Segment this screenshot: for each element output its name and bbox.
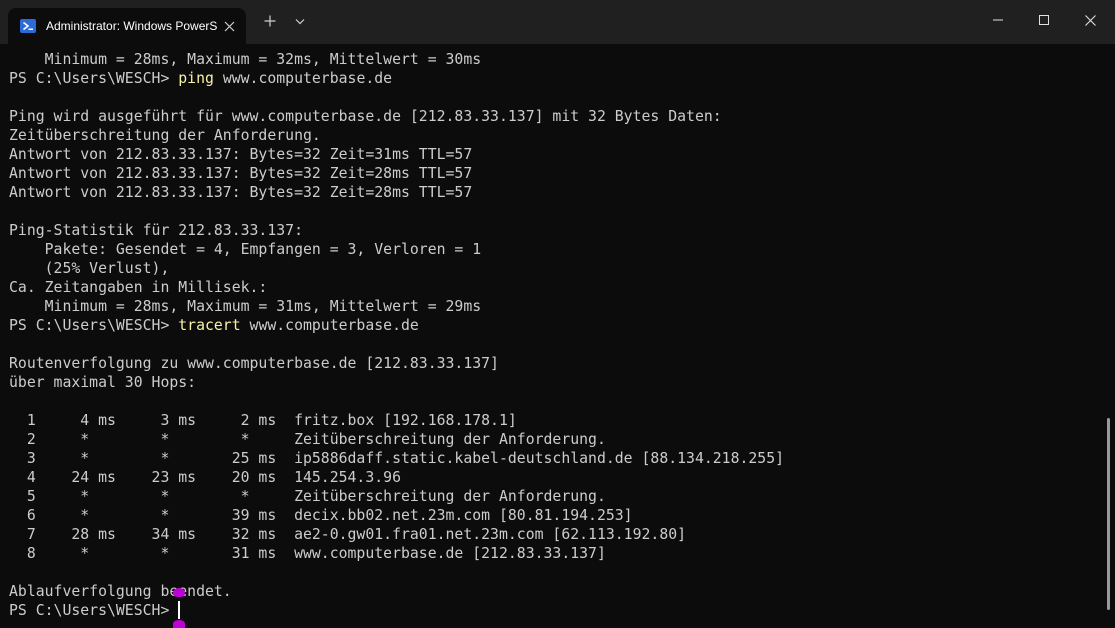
- prompt: PS C:\Users\WESCH>: [9, 602, 179, 619]
- output-line: 5 * * * Zeitüberschreitung der Anforderu…: [9, 488, 606, 505]
- output-line: Pakete: Gesendet = 4, Empfangen = 3, Ver…: [9, 241, 482, 258]
- output-line: 7 28 ms 34 ms 32 ms ae2-0.gw01.fra01.net…: [9, 526, 687, 543]
- command-args: www.computerbase.de: [213, 70, 393, 87]
- new-tab-button[interactable]: [255, 4, 285, 38]
- command-args: www.computerbase.de: [240, 317, 419, 334]
- output-line: Antwort von 212.83.33.137: Bytes=32 Zeit…: [9, 165, 473, 182]
- command-name: tracert: [178, 317, 241, 334]
- output-line: 1 4 ms 3 ms 2 ms fritz.box [192.168.178.…: [9, 412, 517, 429]
- prompt: PS C:\Users\WESCH>: [9, 70, 179, 87]
- powershell-icon: [20, 18, 36, 34]
- tab-title: Administrator: Windows PowerShell: [46, 19, 218, 33]
- output-line: über maximal 30 Hops:: [9, 374, 197, 391]
- selection-marker-bottom[interactable]: [173, 620, 185, 628]
- output-line: Ping wird ausgeführt für www.computerbas…: [9, 108, 722, 125]
- prompt-line: PS C:\Users\WESCH> ping www.computerbase…: [9, 69, 392, 88]
- prompt-line: PS C:\Users\WESCH>: [9, 601, 178, 620]
- output-line: 6 * * 39 ms decix.bb02.net.23m.com [80.8…: [9, 507, 633, 524]
- close-tab-button[interactable]: [218, 15, 240, 37]
- output-line: 4 24 ms 23 ms 20 ms 145.254.3.96: [9, 469, 401, 486]
- scrollbar-thumb[interactable]: [1107, 418, 1110, 610]
- tab-powershell[interactable]: Administrator: Windows PowerShell: [8, 8, 246, 44]
- selection-marker-top[interactable]: [173, 588, 185, 597]
- output-line: Antwort von 212.83.33.137: Bytes=32 Zeit…: [9, 146, 473, 163]
- prompt-line: PS C:\Users\WESCH> tracert www.computerb…: [9, 316, 419, 335]
- maximize-icon: [1039, 15, 1049, 25]
- output-line: Ca. Zeitangaben in Millisek.:: [9, 279, 268, 296]
- terminal-window: Administrator: Windows PowerShell Minimu…: [0, 0, 1115, 628]
- maximize-button[interactable]: [1021, 0, 1067, 40]
- output-line: Minimum = 28ms, Maximum = 31ms, Mittelwe…: [9, 298, 482, 315]
- text-cursor: [178, 601, 180, 619]
- output-line: Minimum = 28ms, Maximum = 32ms, Mittelwe…: [9, 51, 482, 68]
- prompt: PS C:\Users\WESCH>: [9, 317, 179, 334]
- chevron-down-icon: [295, 18, 305, 24]
- output-line: Ablaufverfolgung beendet.: [9, 583, 232, 600]
- close-icon: [1084, 14, 1096, 26]
- output-line: 2 * * * Zeitüberschreitung der Anforderu…: [9, 431, 606, 448]
- plus-icon: [264, 15, 276, 27]
- command-name: ping: [178, 70, 214, 87]
- tab-dropdown-button[interactable]: [285, 4, 315, 38]
- output-line: Ping-Statistik für 212.83.33.137:: [9, 222, 303, 239]
- minimize-button[interactable]: [975, 0, 1021, 40]
- output-line: Zeitüberschreitung der Anforderung.: [9, 127, 321, 144]
- title-bar: Administrator: Windows PowerShell: [0, 0, 1115, 44]
- close-window-button[interactable]: [1067, 0, 1113, 40]
- output-line: 8 * * 31 ms www.computerbase.de [212.83.…: [9, 545, 606, 562]
- minimize-icon: [993, 19, 1003, 21]
- output-line: (25% Verlust),: [9, 260, 170, 277]
- close-icon: [224, 21, 234, 31]
- output-line: Routenverfolgung zu www.computerbase.de …: [9, 355, 499, 372]
- output-line: 3 * * 25 ms ip5886daff.static.kabel-deut…: [9, 450, 785, 467]
- terminal-output[interactable]: Minimum = 28ms, Maximum = 32ms, Mittelwe…: [0, 44, 1102, 628]
- output-line: Antwort von 212.83.33.137: Bytes=32 Zeit…: [9, 184, 473, 201]
